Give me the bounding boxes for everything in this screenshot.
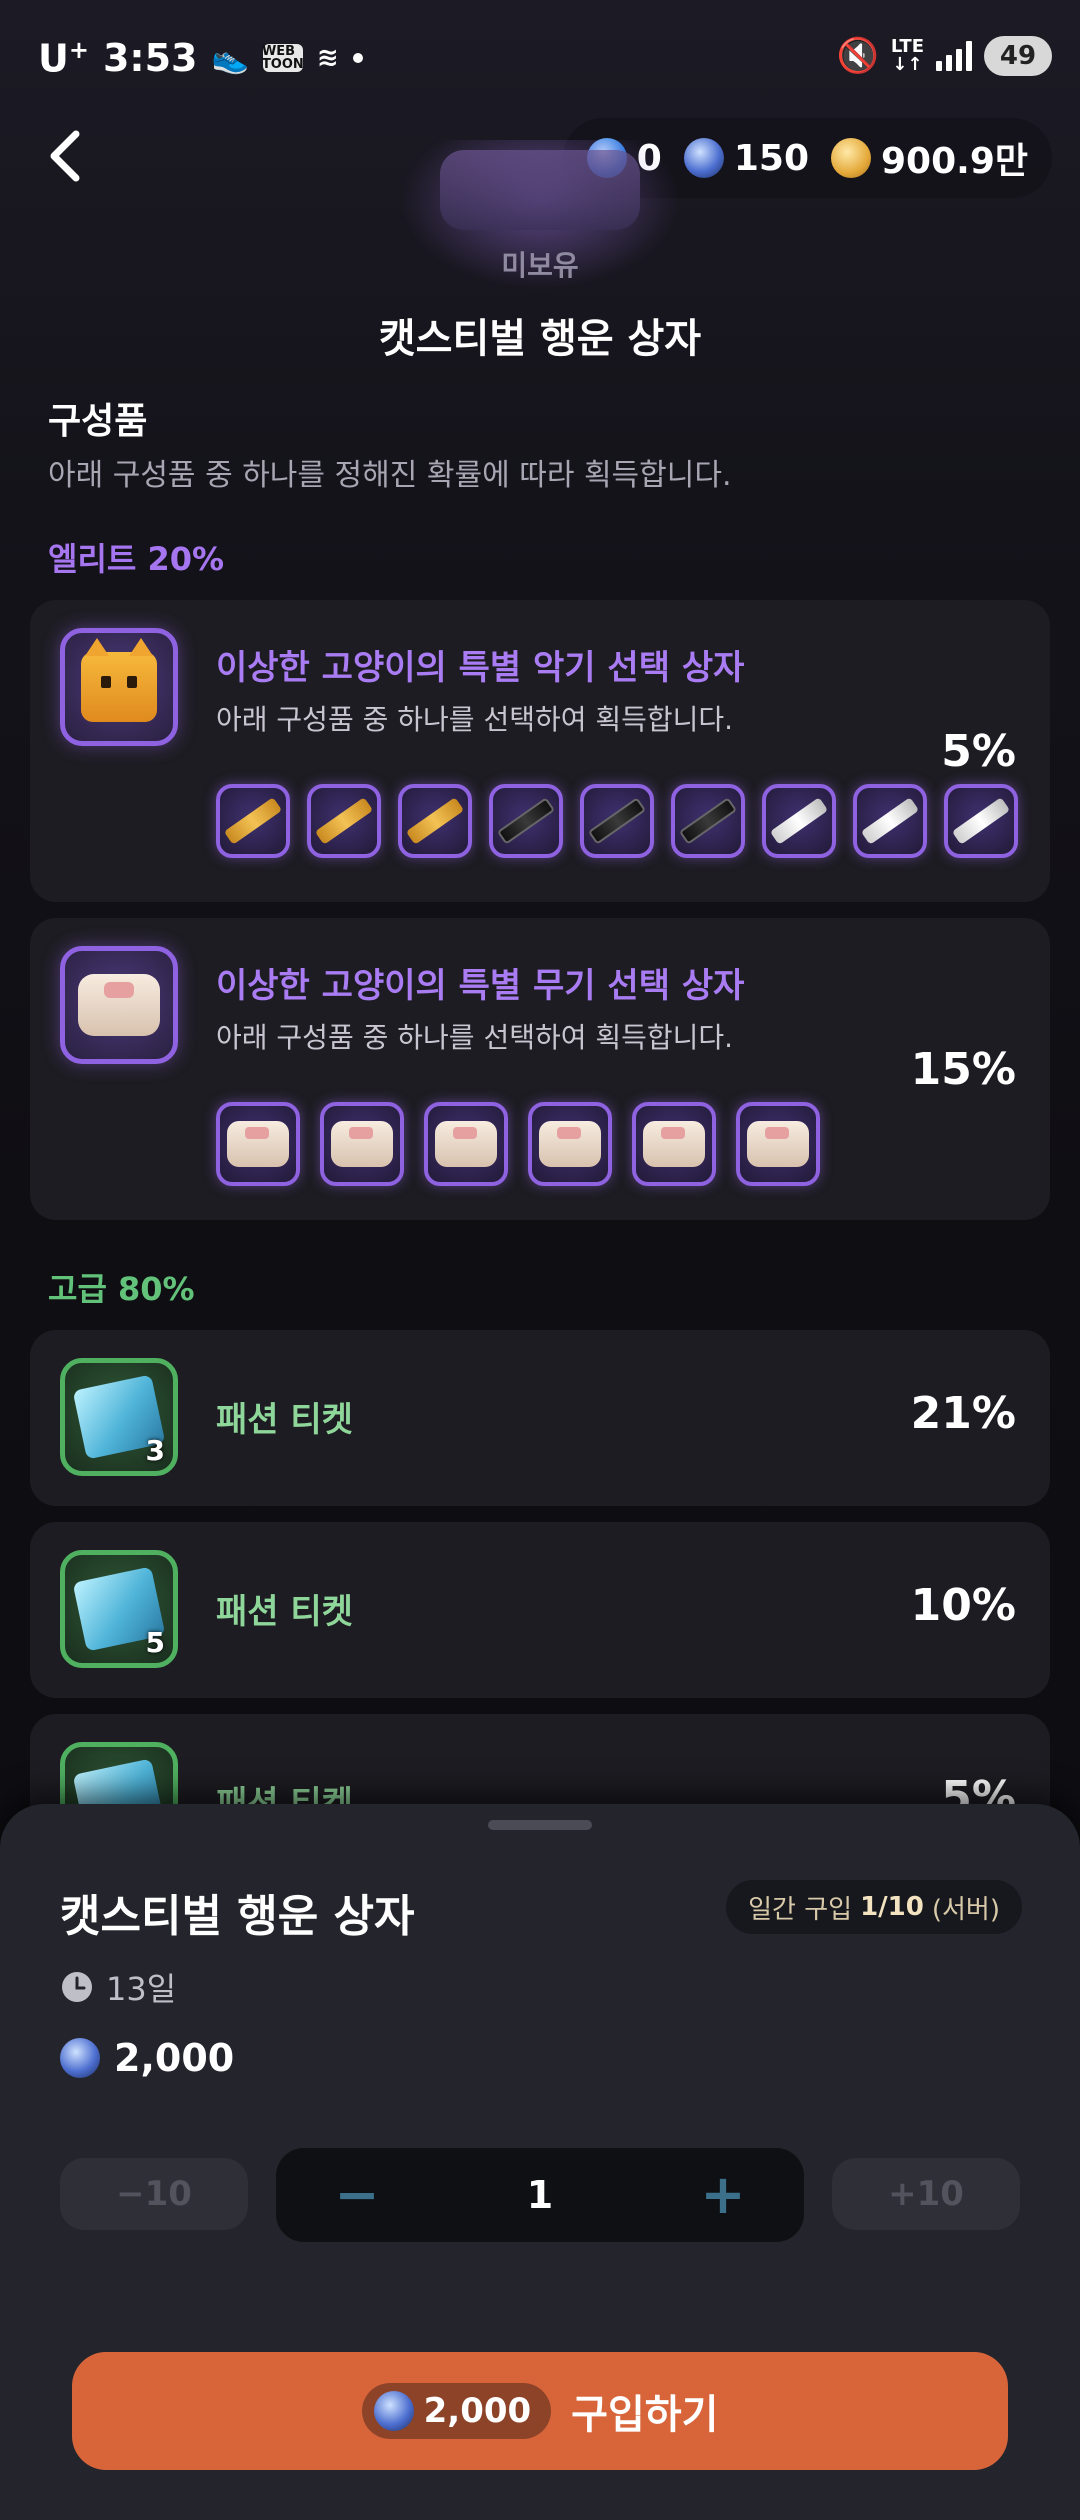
gold-instrument-icon[interactable] bbox=[307, 784, 381, 858]
buy-label: 구입하기 bbox=[571, 2392, 719, 2438]
currency-orb: 150 bbox=[683, 137, 809, 179]
minus-button[interactable]: − bbox=[332, 2168, 382, 2222]
fashion-ticket-icon: 3 bbox=[60, 1358, 178, 1476]
contents-description: 아래 구성품 중 하나를 정해진 확률에 따라 획득합니다. bbox=[48, 458, 732, 493]
reward-percent: 15% bbox=[910, 1044, 1016, 1095]
fashion-ticket-icon: 5 bbox=[60, 1550, 178, 1668]
cat-instrument-box-icon bbox=[60, 628, 178, 746]
black-instrument-icon[interactable] bbox=[671, 784, 745, 858]
weapon-box-icon[interactable] bbox=[320, 1102, 404, 1186]
lte-icon: LTE ↓↑ bbox=[890, 36, 924, 75]
reward-name: 패션 티켓 bbox=[216, 1400, 353, 1440]
ticket-count: 3 bbox=[145, 1434, 165, 1467]
duration-text: 13일 bbox=[106, 1970, 177, 2008]
carrier-label: U+ bbox=[38, 36, 89, 81]
reward-percent: 5% bbox=[941, 726, 1016, 777]
purchase-item-title: 캣스티벌 행운 상자 bbox=[60, 1891, 415, 1942]
duration-row: 13일 bbox=[60, 1964, 176, 2010]
clock-icon bbox=[62, 1972, 92, 2002]
shop-page: U+ 3:53 👟 WEB TOON ≋ 🔇 LTE↓↑ 49 0 15 bbox=[0, 0, 1080, 2520]
white-instrument-icon[interactable] bbox=[853, 784, 927, 858]
reward-card[interactable]: 이상한 고양이의 특별 악기 선택 상자 아래 구성품 중 하나를 선택하여 획… bbox=[30, 600, 1050, 902]
cat-weapon-box-icon bbox=[60, 946, 178, 1064]
plus-button[interactable]: + bbox=[698, 2168, 748, 2222]
status-bar: U+ 3:53 👟 WEB TOON ≋ 🔇 LTE ↓↑ 49 bbox=[0, 0, 1080, 120]
notification-dot-icon bbox=[352, 53, 363, 64]
contents-title: 구성품 bbox=[48, 401, 148, 442]
reward-thumbnails bbox=[216, 1102, 820, 1186]
buy-price: 2,000 bbox=[361, 2383, 552, 2439]
chevron-left-icon bbox=[50, 130, 80, 182]
weapon-box-icon[interactable] bbox=[216, 1102, 300, 1186]
limit-prefix: 일간 구입 bbox=[748, 1894, 853, 1925]
item-title: 캣스티벌 행운 상자 bbox=[378, 316, 702, 362]
minus-ten-button[interactable]: −10 bbox=[60, 2158, 248, 2230]
gold-instrument-icon[interactable] bbox=[398, 784, 472, 858]
gold-coin-icon bbox=[831, 138, 871, 178]
buy-button[interactable]: 2,000 구입하기 bbox=[72, 2352, 1008, 2470]
weapon-box-icon[interactable] bbox=[632, 1102, 716, 1186]
reward-name: 패션 티켓 bbox=[216, 1592, 353, 1632]
shoe-icon: 👟 bbox=[211, 40, 249, 76]
buy-price-amount: 2,000 bbox=[423, 2391, 532, 2431]
price-row: 2,000 bbox=[60, 2036, 234, 2080]
quantity-value: 1 bbox=[526, 2173, 554, 2217]
tier-elite-label: 엘리트 20% bbox=[48, 540, 225, 578]
currency-amount: 150 bbox=[733, 137, 809, 179]
wave-icon: ≋ bbox=[316, 43, 339, 74]
limit-value: 1/10 bbox=[860, 1892, 924, 1922]
plus-ten-button[interactable]: +10 bbox=[832, 2158, 1020, 2230]
reward-card[interactable]: 3 패션 티켓 21% bbox=[30, 1330, 1050, 1506]
white-instrument-icon[interactable] bbox=[944, 784, 1018, 858]
black-instrument-icon[interactable] bbox=[580, 784, 654, 858]
white-instrument-icon[interactable] bbox=[762, 784, 836, 858]
orb-icon bbox=[683, 138, 724, 178]
clock-time: 3:53 bbox=[102, 36, 198, 81]
quantity-stepper: − 1 + bbox=[276, 2148, 804, 2242]
purchase-sheet: 캣스티벌 행운 상자 일간 구입 1/10 (서버) 13일 2,000 −10… bbox=[0, 1804, 1080, 2520]
item-art bbox=[440, 150, 640, 230]
reward-percent: 10% bbox=[910, 1580, 1016, 1631]
weapon-box-icon[interactable] bbox=[736, 1102, 820, 1186]
reward-thumbnails bbox=[216, 784, 1018, 858]
currency-gold: 900.9만 bbox=[831, 132, 1028, 184]
sheet-drag-handle[interactable] bbox=[488, 1820, 592, 1830]
reward-description: 아래 구성품 중 하나를 선택하여 획득합니다. bbox=[216, 703, 734, 736]
webtoon-icon: WEB TOON bbox=[261, 44, 304, 73]
purchase-limit-badge: 일간 구입 1/10 (서버) bbox=[726, 1880, 1022, 1934]
owned-badge: 미보유 bbox=[501, 249, 579, 282]
orb-icon bbox=[373, 2391, 414, 2431]
ticket-count: 5 bbox=[145, 1626, 165, 1659]
mute-icon: 🔇 bbox=[836, 36, 879, 76]
black-instrument-icon[interactable] bbox=[489, 784, 563, 858]
orb-icon bbox=[60, 2038, 100, 2078]
signal-icon bbox=[936, 41, 972, 71]
unit-price: 2,000 bbox=[114, 2036, 235, 2080]
gold-instrument-icon[interactable] bbox=[216, 784, 290, 858]
reward-card[interactable]: 이상한 고양이의 특별 무기 선택 상자 아래 구성품 중 하나를 선택하여 획… bbox=[30, 918, 1050, 1220]
currency-amount: 900.9만 bbox=[881, 141, 1028, 182]
tier-high-label: 고급 80% bbox=[48, 1270, 195, 1308]
back-button[interactable] bbox=[46, 128, 96, 188]
weapon-box-icon[interactable] bbox=[528, 1102, 612, 1186]
battery-indicator: 49 bbox=[984, 36, 1052, 76]
reward-name: 이상한 고양이의 특별 무기 선택 상자 bbox=[216, 966, 745, 1006]
weapon-box-icon[interactable] bbox=[424, 1102, 508, 1186]
reward-percent: 21% bbox=[910, 1388, 1016, 1439]
reward-description: 아래 구성품 중 하나를 선택하여 획득합니다. bbox=[216, 1021, 734, 1054]
limit-suffix: (서버) bbox=[931, 1894, 1000, 1925]
reward-card[interactable]: 5 패션 티켓 10% bbox=[30, 1522, 1050, 1698]
reward-name: 이상한 고양이의 특별 악기 선택 상자 bbox=[216, 648, 745, 688]
